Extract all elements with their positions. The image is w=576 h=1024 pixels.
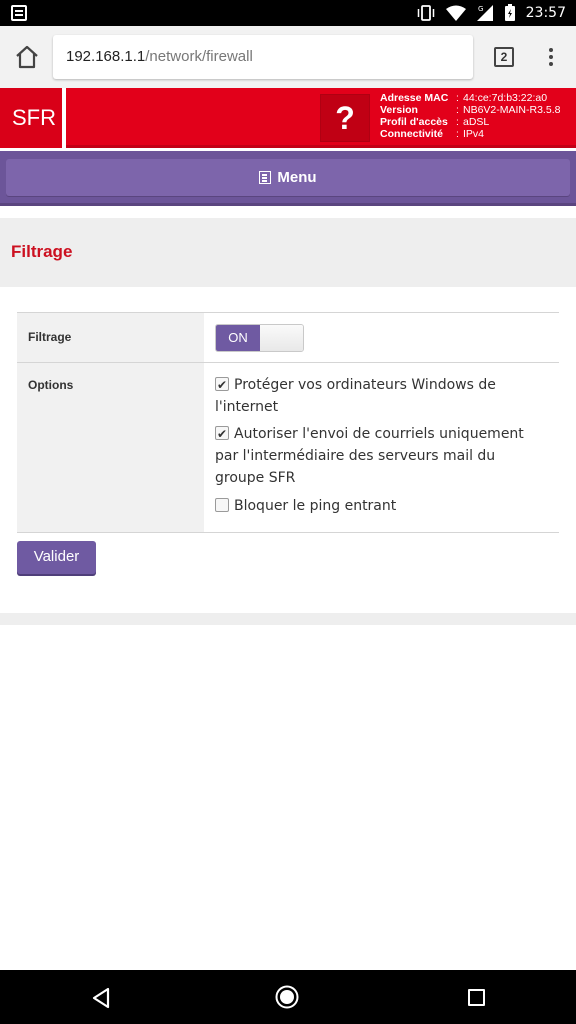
filter-toggle[interactable]: ON — [215, 324, 304, 352]
option-protect-windows: Protéger vos ordinateurs Windows de l'in… — [215, 374, 545, 418]
option-sfr-mail-only: Autoriser l'envoi de courriels uniquemen… — [215, 423, 545, 489]
info-row-version: Version: NB6V2-MAIN-R3.5.8 — [380, 104, 561, 116]
notification-icon — [11, 5, 27, 21]
option-label: Protéger vos ordinateurs Windows de l'in… — [215, 377, 496, 415]
filter-row: Filtrage ON — [17, 313, 559, 363]
options-row: Options Protéger vos ordinateurs Windows… — [17, 363, 559, 533]
checkbox-sfr-mail-only[interactable] — [215, 423, 229, 445]
filter-label: Filtrage — [17, 313, 204, 362]
menu-button[interactable]: Menu — [6, 159, 570, 196]
kebab-menu-icon[interactable] — [545, 46, 557, 68]
option-label: Autoriser l'envoi de courriels uniquemen… — [215, 426, 524, 486]
sfr-logo[interactable]: SFR — [0, 88, 66, 148]
info-row-mac: Adresse MAC:44:ce:7d:b3:22:a0 — [380, 92, 548, 104]
navigation-bar — [0, 970, 576, 1024]
tab-switcher-button[interactable]: 2 — [494, 47, 514, 67]
status-time: 23:57 — [525, 5, 566, 21]
firewall-form: Filtrage ON Options Protéger vos ordinat… — [17, 312, 559, 533]
info-row-profile: Profil d'accès: aDSL — [380, 116, 490, 128]
page-title: Filtrage — [11, 242, 73, 261]
home-circle-icon[interactable] — [275, 985, 299, 1013]
url-host: 192.168.1.1 — [66, 48, 146, 65]
svg-text:G: G — [478, 5, 483, 13]
recents-icon[interactable] — [468, 989, 485, 1006]
menu-bar: Menu — [0, 151, 576, 206]
options-label: Options — [17, 363, 204, 532]
signal-icon: G — [476, 4, 494, 22]
checkbox-block-ping[interactable] — [215, 498, 229, 512]
filter-value: ON — [204, 313, 559, 362]
back-icon[interactable] — [91, 987, 111, 1013]
footer-band — [0, 613, 576, 625]
option-block-ping: Bloquer le ping entrant — [215, 495, 545, 517]
list-icon — [259, 171, 272, 184]
browser-toolbar: 192.168.1.1/network/firewall 2 — [0, 26, 576, 88]
info-row-connectivity: Connectivité: IPv4 — [380, 128, 485, 140]
help-button[interactable]: ? — [321, 95, 369, 141]
checkbox-protect-windows[interactable] — [215, 374, 229, 396]
toggle-knob — [260, 325, 303, 351]
device-info: Adresse MAC:44:ce:7d:b3:22:a0 Version: NB… — [380, 92, 560, 140]
address-bar[interactable]: 192.168.1.1/network/firewall — [53, 35, 473, 79]
options-value: Protéger vos ordinateurs Windows de l'in… — [204, 363, 559, 532]
sfr-header: SFR ? Adresse MAC:44:ce:7d:b3:22:a0 Vers… — [0, 88, 576, 148]
menu-label: Menu — [277, 169, 317, 186]
vibrate-icon — [416, 5, 436, 21]
option-label: Bloquer le ping entrant — [234, 498, 397, 514]
submit-button[interactable]: Valider — [17, 541, 96, 574]
title-band: Filtrage — [0, 218, 576, 287]
url-path: /network/firewall — [145, 48, 253, 65]
status-bar: G 23:57 — [0, 0, 576, 26]
wifi-icon — [445, 5, 466, 21]
battery-icon — [504, 4, 516, 22]
status-icons: G 23:57 — [416, 0, 566, 26]
toggle-on-label: ON — [216, 325, 260, 351]
home-icon[interactable] — [14, 45, 40, 69]
